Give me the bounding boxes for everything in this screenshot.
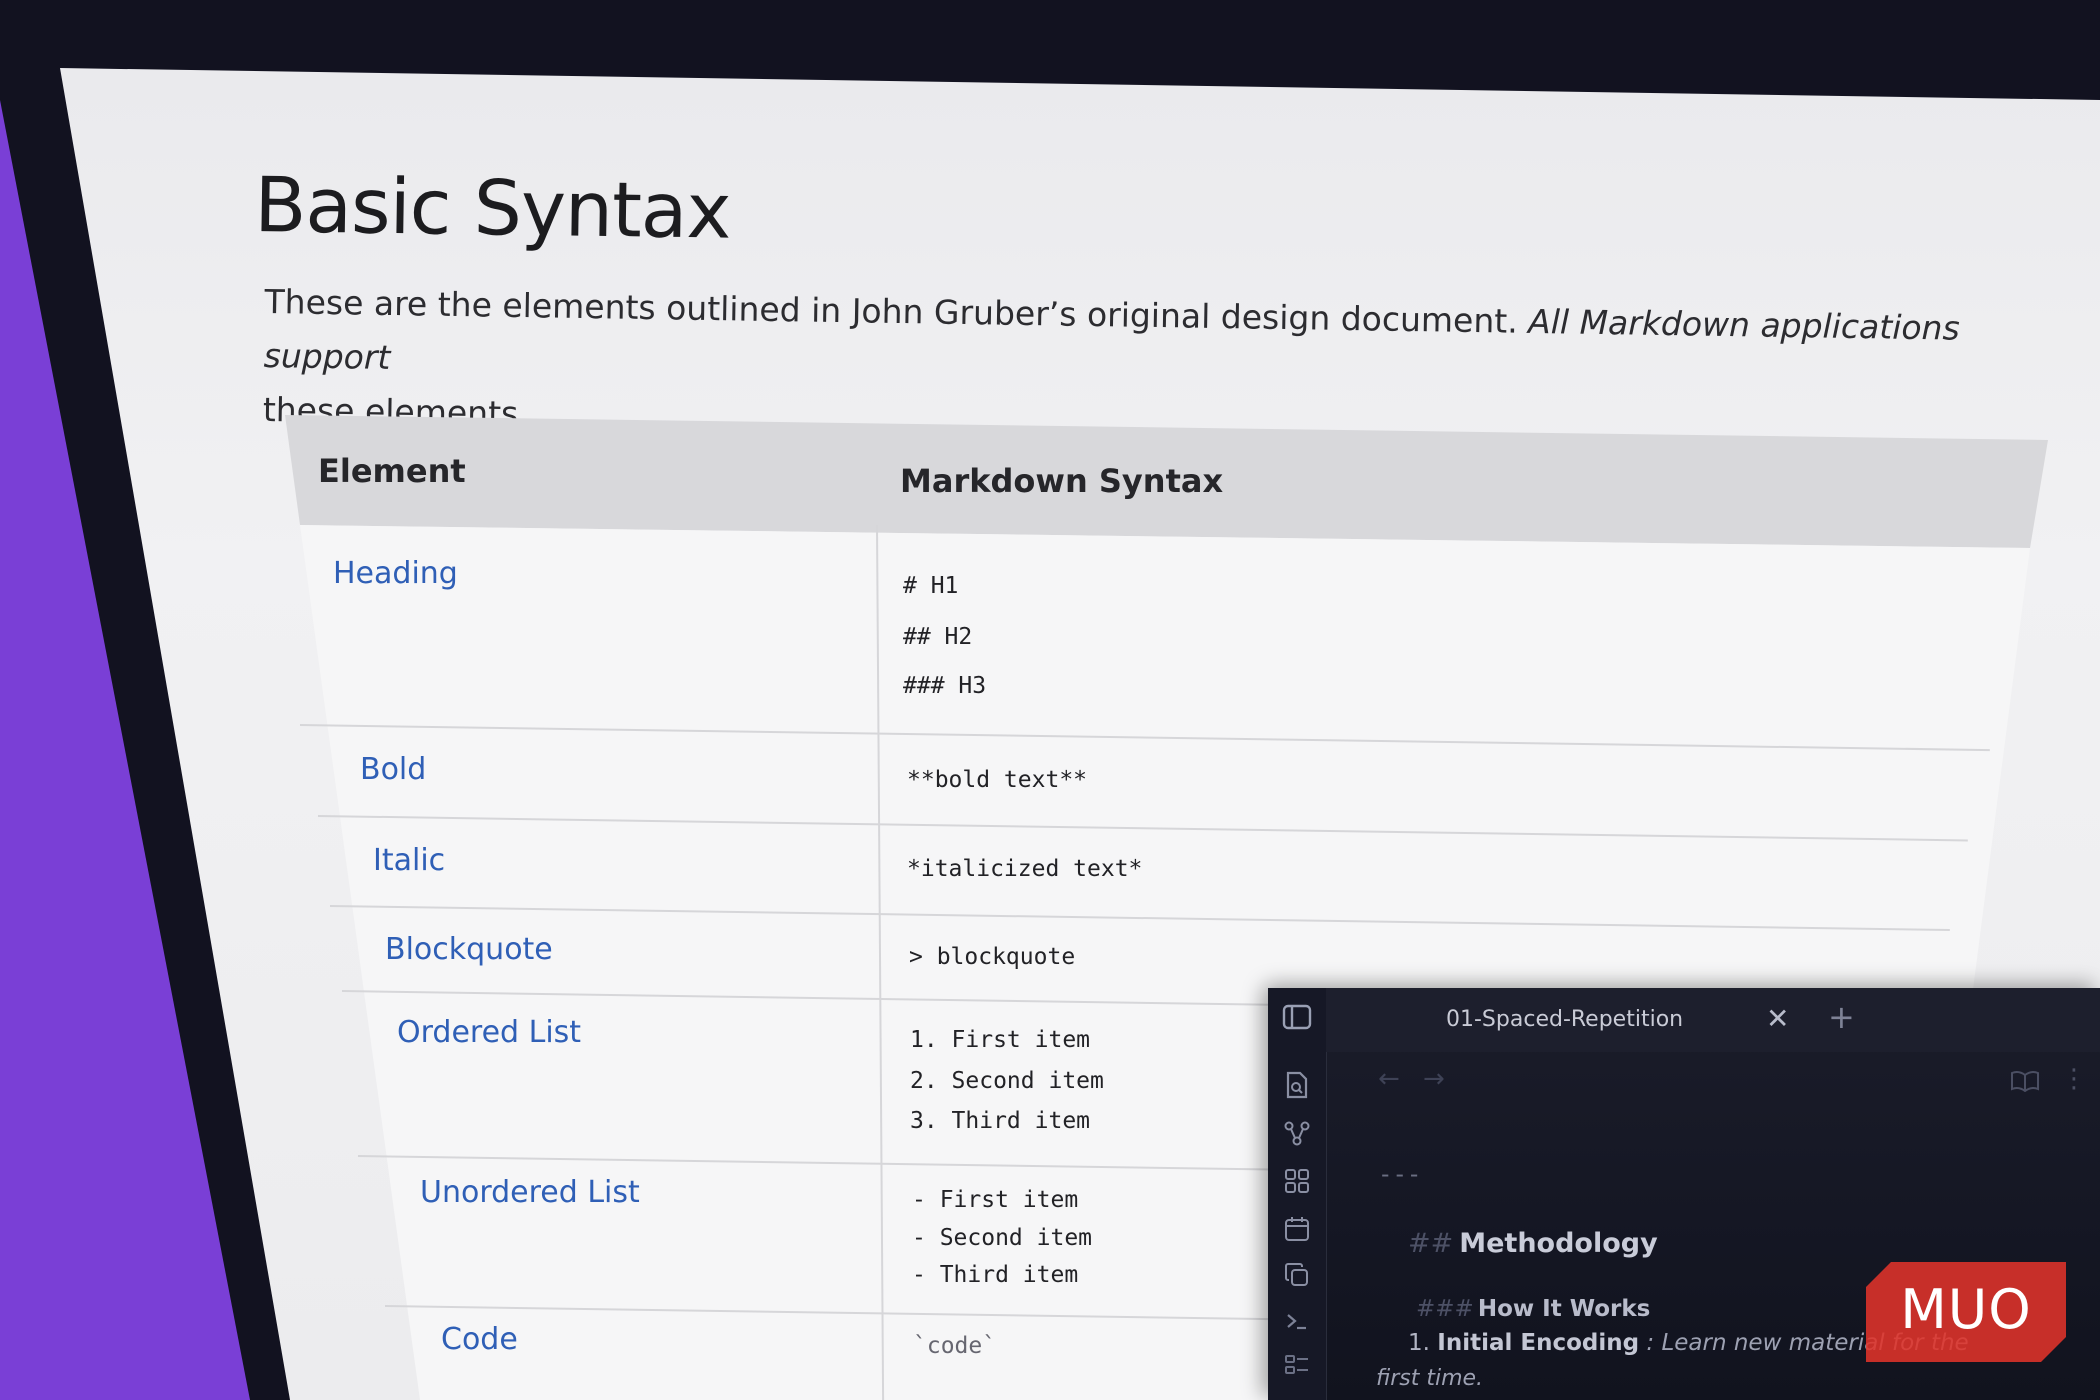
- element-link-ordered-list[interactable]: Ordered List: [397, 1015, 581, 1050]
- syntax-line: 3. Third item: [910, 1108, 1091, 1134]
- syntax-line: ### H3: [903, 673, 987, 699]
- copy-icon[interactable]: [1282, 1260, 1312, 1290]
- syntax-line: `code`: [913, 1333, 997, 1359]
- header-element: Element: [318, 452, 466, 490]
- more-options-icon[interactable]: ⋮: [2061, 1064, 2087, 1094]
- calendar-icon[interactable]: [1282, 1214, 1312, 1244]
- heading-text: Methodology: [1459, 1228, 1658, 1259]
- syntax-line: - Second item: [912, 1225, 1093, 1251]
- new-tab-icon[interactable]: +: [1828, 998, 1855, 1036]
- syntax-line: *italicized text*: [907, 856, 1143, 882]
- syntax-line: # H1: [903, 573, 959, 599]
- graph-icon[interactable]: [1282, 1118, 1312, 1148]
- heading-methodology[interactable]: ## Methodology: [1408, 1228, 1658, 1259]
- element-link-unordered-list[interactable]: Unordered List: [420, 1175, 640, 1210]
- watermark-text: MUO: [1900, 1278, 2032, 1341]
- reading-view-icon[interactable]: [2010, 1070, 2040, 1097]
- tab-bar: 01-Spaced-Repetition ✕ +: [1326, 988, 2100, 1052]
- horizontal-rule-markup: ---: [1378, 1160, 1422, 1188]
- forward-arrow-icon[interactable]: →: [1423, 1064, 1445, 1094]
- header-markdown-syntax: Markdown Syntax: [900, 462, 1224, 500]
- list-icon[interactable]: [1282, 1350, 1312, 1380]
- heading-marker: ###: [1416, 1296, 1474, 1322]
- tab-01-spaced-repetition[interactable]: 01-Spaced-Repetition: [1446, 1007, 1683, 1032]
- element-link-italic[interactable]: Italic: [373, 843, 445, 878]
- syntax-line: > blockquote: [909, 944, 1076, 970]
- syntax-line: - Third item: [912, 1262, 1079, 1288]
- heading-text: How It Works: [1477, 1296, 1651, 1322]
- syntax-line: ## H2: [903, 624, 973, 650]
- element-link-blockquote[interactable]: Blockquote: [385, 932, 553, 967]
- close-icon[interactable]: ✕: [1766, 1002, 1789, 1035]
- syntax-line: 2. Second item: [910, 1068, 1104, 1094]
- heading-how-it-works[interactable]: ### How It Works: [1416, 1296, 1650, 1322]
- muo-watermark: MUO: [1866, 1262, 2066, 1362]
- syntax-line: **bold text**: [907, 767, 1088, 793]
- element-link-heading[interactable]: Heading: [333, 556, 458, 591]
- heading-marker: ##: [1408, 1228, 1454, 1259]
- editor-ribbon: [1268, 988, 1327, 1400]
- terminal-icon[interactable]: [1282, 1306, 1312, 1336]
- syntax-line: - First item: [912, 1187, 1079, 1213]
- element-link-code[interactable]: Code: [441, 1322, 518, 1357]
- file-search-icon[interactable]: [1282, 1070, 1312, 1100]
- sidebar-toggle-icon[interactable]: [1282, 1002, 1312, 1032]
- grid-icon[interactable]: [1282, 1166, 1312, 1196]
- list-item-continuation: first time.: [1376, 1366, 1484, 1391]
- list-number: 1.: [1408, 1330, 1430, 1356]
- syntax-line: 1. First item: [910, 1027, 1091, 1053]
- back-arrow-icon[interactable]: ←: [1378, 1064, 1400, 1094]
- list-bold-text: Initial Encoding: [1437, 1330, 1640, 1356]
- element-link-bold[interactable]: Bold: [360, 752, 426, 787]
